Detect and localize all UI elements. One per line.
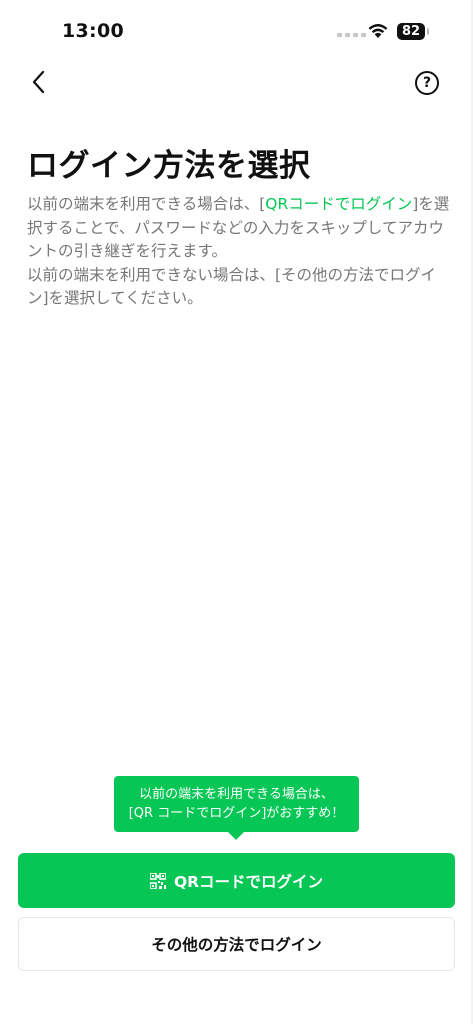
tooltip-arrow	[228, 832, 244, 840]
description-paragraph-1: 以前の端末を利用できる場合は、[QRコードでログイン]を選択することで、パスワー…	[27, 193, 452, 264]
qr-login-button[interactable]: QRコードでログイン	[18, 853, 455, 908]
description: 以前の端末を利用できる場合は、[QRコードでログイン]を選択することで、パスワー…	[27, 193, 452, 311]
signal-icon	[337, 33, 366, 37]
back-button[interactable]	[26, 66, 56, 98]
page-title: ログイン方法を選択	[27, 148, 311, 184]
help-button[interactable]: ?	[415, 71, 439, 95]
other-login-label: その他の方法でログイン	[151, 936, 322, 954]
qr-login-link[interactable]: QRコードでログイン	[265, 195, 412, 213]
chevron-left-icon	[32, 70, 45, 94]
battery-cap	[427, 28, 429, 35]
qr-code-icon	[149, 872, 166, 889]
battery-icon: 82	[397, 23, 425, 40]
description-text: 以前の端末を利用できる場合は、[	[27, 195, 266, 213]
status-time: 13:00	[62, 20, 124, 42]
description-paragraph-2: 以前の端末を利用できない場合は、[その他の方法でログイン]を選択してください。	[27, 265, 437, 308]
other-login-button[interactable]: その他の方法でログイン	[18, 917, 455, 971]
status-bar: 13:00 82	[0, 0, 473, 60]
recommendation-tooltip: 以前の端末を利用できる場合は、 [QR コードでログイン]がおすすめ！	[114, 776, 359, 840]
wifi-icon	[368, 24, 388, 38]
tooltip-line-2: [QR コードでログイン]がおすすめ！	[128, 806, 345, 821]
tooltip-line-1: 以前の端末を利用できる場合は、	[139, 787, 334, 802]
qr-login-label: QRコードでログイン	[173, 872, 324, 891]
